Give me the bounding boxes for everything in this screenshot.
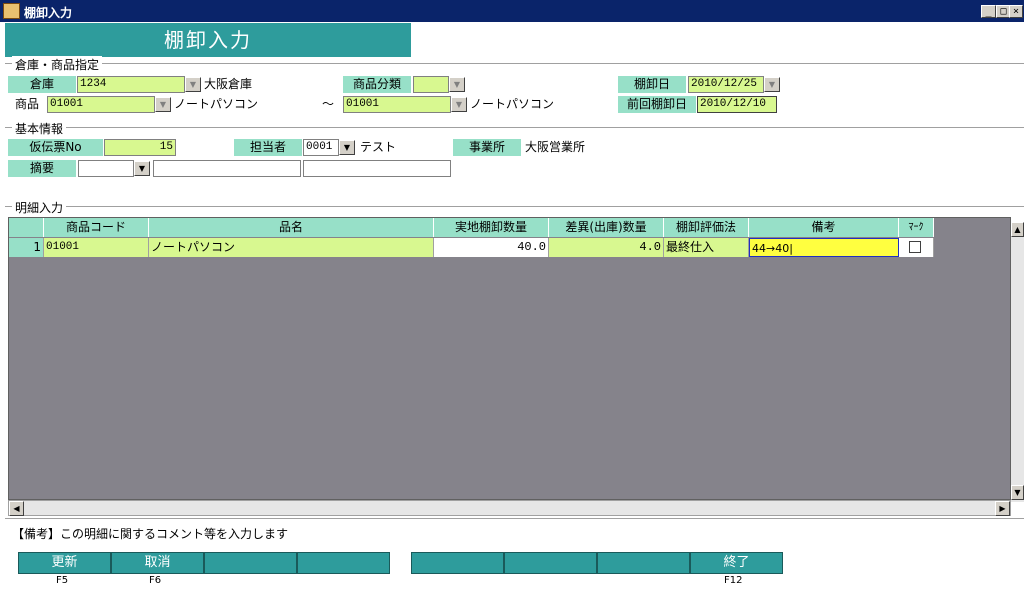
warehouse-dropdown-icon[interactable]: ▼ [185, 77, 201, 92]
scroll-right-icon[interactable]: ▶ [995, 501, 1010, 516]
product-from-name: ノートパソコン [174, 97, 259, 111]
group-title-warehouse: 倉庫・商品指定 [12, 56, 103, 73]
grid-cell-mark[interactable] [899, 238, 934, 257]
product-to-dropdown-icon[interactable]: ▼ [451, 97, 467, 112]
minimize-icon[interactable]: _ [981, 5, 996, 18]
window-title: 棚卸入力 [24, 6, 73, 20]
status-divider [5, 518, 1024, 519]
detail-grid[interactable]: 商品コード 品名 実地棚卸数量 差異(出庫)数量 棚卸評価法 備考 ﾏｰｸ 1 … [8, 217, 1011, 500]
product-to-code-field[interactable]: 01001 [343, 96, 451, 113]
vertical-scrollbar[interactable]: ▲ ▼ [1011, 222, 1024, 502]
inventory-date-label: 棚卸日 [618, 76, 686, 93]
grid-header-actual-qty[interactable]: 実地棚卸数量 [434, 218, 549, 237]
office-name: 大阪営業所 [525, 140, 586, 154]
grid-cell-method: 最終仕入 [664, 238, 749, 257]
summary-text-field-1[interactable] [153, 160, 301, 177]
category-dropdown-icon[interactable]: ▼ [449, 77, 465, 92]
scroll-left-icon[interactable]: ◀ [9, 501, 24, 516]
fkey-button-7[interactable] [597, 552, 690, 574]
horizontal-scrollbar[interactable]: ◀ ▶ [8, 500, 1011, 516]
grid-header-method[interactable]: 棚卸評価法 [664, 218, 749, 237]
grid-header-diff-qty[interactable]: 差異(出庫)数量 [549, 218, 664, 237]
slip-label: 仮伝票No [8, 139, 103, 156]
status-text: 【備考】この明細に関するコメント等を入力します [12, 527, 289, 541]
staff-dropdown-icon[interactable]: ▼ [339, 140, 355, 155]
product-label: 商品 [8, 96, 46, 113]
fkey-label-f12: F12 [724, 575, 743, 586]
prev-date-field: 2010/12/10 [697, 96, 777, 113]
page-title: 棚卸入力 [5, 23, 411, 57]
product-to-name: ノートパソコン [470, 97, 555, 111]
fkey-button-5[interactable] [411, 552, 504, 574]
prev-date-label: 前回棚卸日 [618, 96, 696, 113]
summary-text-field-2[interactable] [303, 160, 451, 177]
product-from-code-field[interactable]: 01001 [47, 96, 155, 113]
grid-cell-note[interactable]: 44→40| [749, 238, 899, 257]
group-divider [5, 206, 1024, 207]
group-divider [5, 63, 1024, 64]
staff-code-field[interactable]: 0001 [303, 139, 339, 156]
close-icon[interactable]: × [1009, 5, 1023, 18]
update-button[interactable]: 更新 [18, 552, 111, 574]
warehouse-code-field[interactable]: 1234 [77, 76, 185, 93]
range-tilde: ～ [322, 97, 335, 111]
fkey-button-4[interactable] [297, 552, 390, 574]
fkey-button-6[interactable] [504, 552, 597, 574]
group-divider [5, 127, 1024, 128]
grid-cell-diff-qty: 4.0 [549, 238, 664, 257]
fkey-button-3[interactable] [204, 552, 297, 574]
staff-label: 担当者 [234, 139, 302, 156]
category-field[interactable] [413, 76, 449, 93]
exit-button[interactable]: 終了 [690, 552, 783, 574]
summary-label: 摘要 [8, 160, 76, 177]
category-label: 商品分類 [343, 76, 411, 93]
grid-header-name[interactable]: 品名 [149, 218, 434, 237]
warehouse-name: 大阪倉庫 [204, 77, 253, 91]
mark-checkbox[interactable] [909, 241, 921, 253]
cancel-button[interactable]: 取消 [111, 552, 204, 574]
grid-header-mark[interactable]: ﾏｰｸ [899, 218, 934, 237]
slip-number-field[interactable]: 15 [104, 139, 176, 156]
date-dropdown-icon[interactable]: ▼ [764, 77, 780, 92]
fkey-label-f5: F5 [56, 575, 69, 586]
grid-corner [9, 218, 44, 237]
grid-header-code[interactable]: 商品コード [44, 218, 149, 237]
grid-header-note[interactable]: 備考 [749, 218, 899, 237]
office-label: 事業所 [453, 139, 521, 156]
warehouse-label: 倉庫 [8, 76, 76, 93]
summary-dropdown-icon[interactable]: ▼ [134, 161, 150, 176]
product-from-dropdown-icon[interactable]: ▼ [155, 97, 171, 112]
grid-cell-code[interactable]: 01001 [44, 238, 149, 257]
grid-cell-actual-qty[interactable]: 40.0 [434, 238, 549, 257]
grid-row-number: 1 [9, 238, 44, 257]
scroll-down-icon[interactable]: ▼ [1011, 485, 1024, 500]
staff-name: テスト [360, 140, 397, 154]
group-title-detail: 明細入力 [12, 199, 67, 216]
summary-select[interactable] [78, 160, 134, 177]
fkey-label-f6: F6 [149, 575, 162, 586]
grid-cell-name[interactable]: ノートパソコン [149, 238, 434, 257]
scroll-up-icon[interactable]: ▲ [1011, 222, 1024, 237]
group-title-basic: 基本情報 [12, 120, 67, 137]
window-titlebar: 棚卸入力 _ □ × [0, 0, 1024, 22]
app-icon [3, 3, 20, 19]
inventory-date-field[interactable]: 2010/12/25 [688, 76, 764, 93]
